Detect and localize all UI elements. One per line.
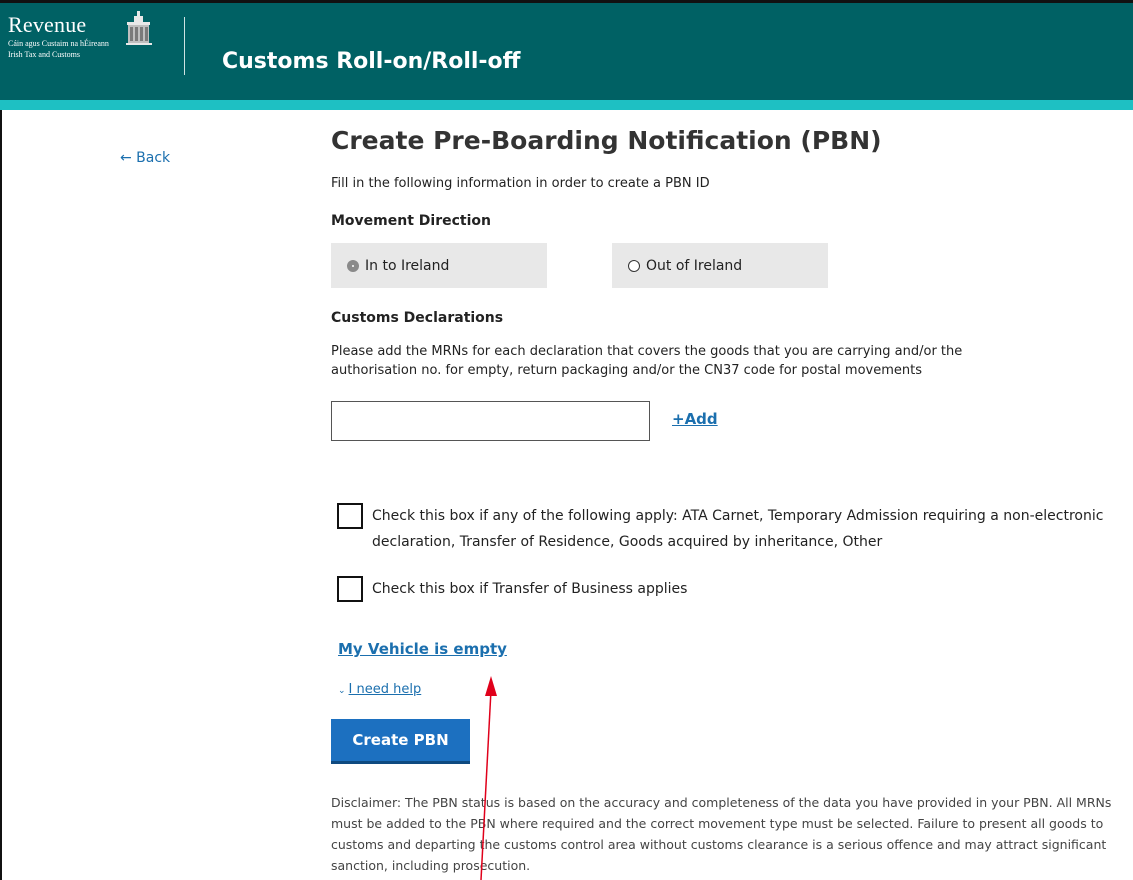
declarations-description: Please add the MRNs for each declaration… [331,344,963,378]
special-procedures-checkbox[interactable] [337,503,363,529]
header-accent-stripe [0,100,1133,110]
help-toggle-link[interactable]: ⌄ I need help [338,682,421,697]
add-mrn-link[interactable]: +Add [672,410,718,428]
logo-english-line: Irish Tax and Customs [8,50,80,59]
disclaimer-text: Disclaimer: The PBN status is based on t… [331,795,1112,873]
special-procedures-label: Check this box if any of the following a… [372,508,1104,550]
radio-out-of-ireland[interactable]: Out of Ireland [612,243,828,288]
create-pbn-button[interactable]: Create PBN [331,719,470,764]
radio-selected-icon [347,259,359,272]
movement-direction-label: Movement Direction [331,213,491,229]
revenue-logo[interactable]: Revenue Cáin agus Custaim na hÉireann Ir… [8,11,152,59]
logo-wordmark: Revenue [8,12,87,37]
app-title: Customs Roll-on/Roll-off [222,49,521,74]
transfer-of-business-checkbox[interactable] [337,576,363,602]
radio-label: Out of Ireland [646,257,743,274]
customs-house-crest-icon [126,11,152,45]
transfer-of-business-label: Check this box if Transfer of Business a… [372,581,688,597]
back-link[interactable]: ← Back [120,150,170,166]
site-header: Revenue Cáin agus Custaim na hÉireann Ir… [0,0,1133,100]
customs-declarations-label: Customs Declarations [331,310,504,326]
vehicle-empty-link[interactable]: My Vehicle is empty [338,640,507,658]
help-label: I need help [348,682,422,697]
radio-label: In to Ireland [365,257,450,274]
page-title: Create Pre-Boarding Notification (PBN) [331,126,882,155]
mrn-input[interactable] [331,401,650,441]
page-intro: Fill in the following information in ord… [331,176,710,191]
logo-irish-line: Cáin agus Custaim na hÉireann [8,39,109,48]
radio-unselected-icon [628,259,640,272]
chevron-down-icon: ⌄ [338,686,346,696]
header-divider [184,17,185,75]
radio-in-to-ireland[interactable]: In to Ireland [331,243,547,288]
